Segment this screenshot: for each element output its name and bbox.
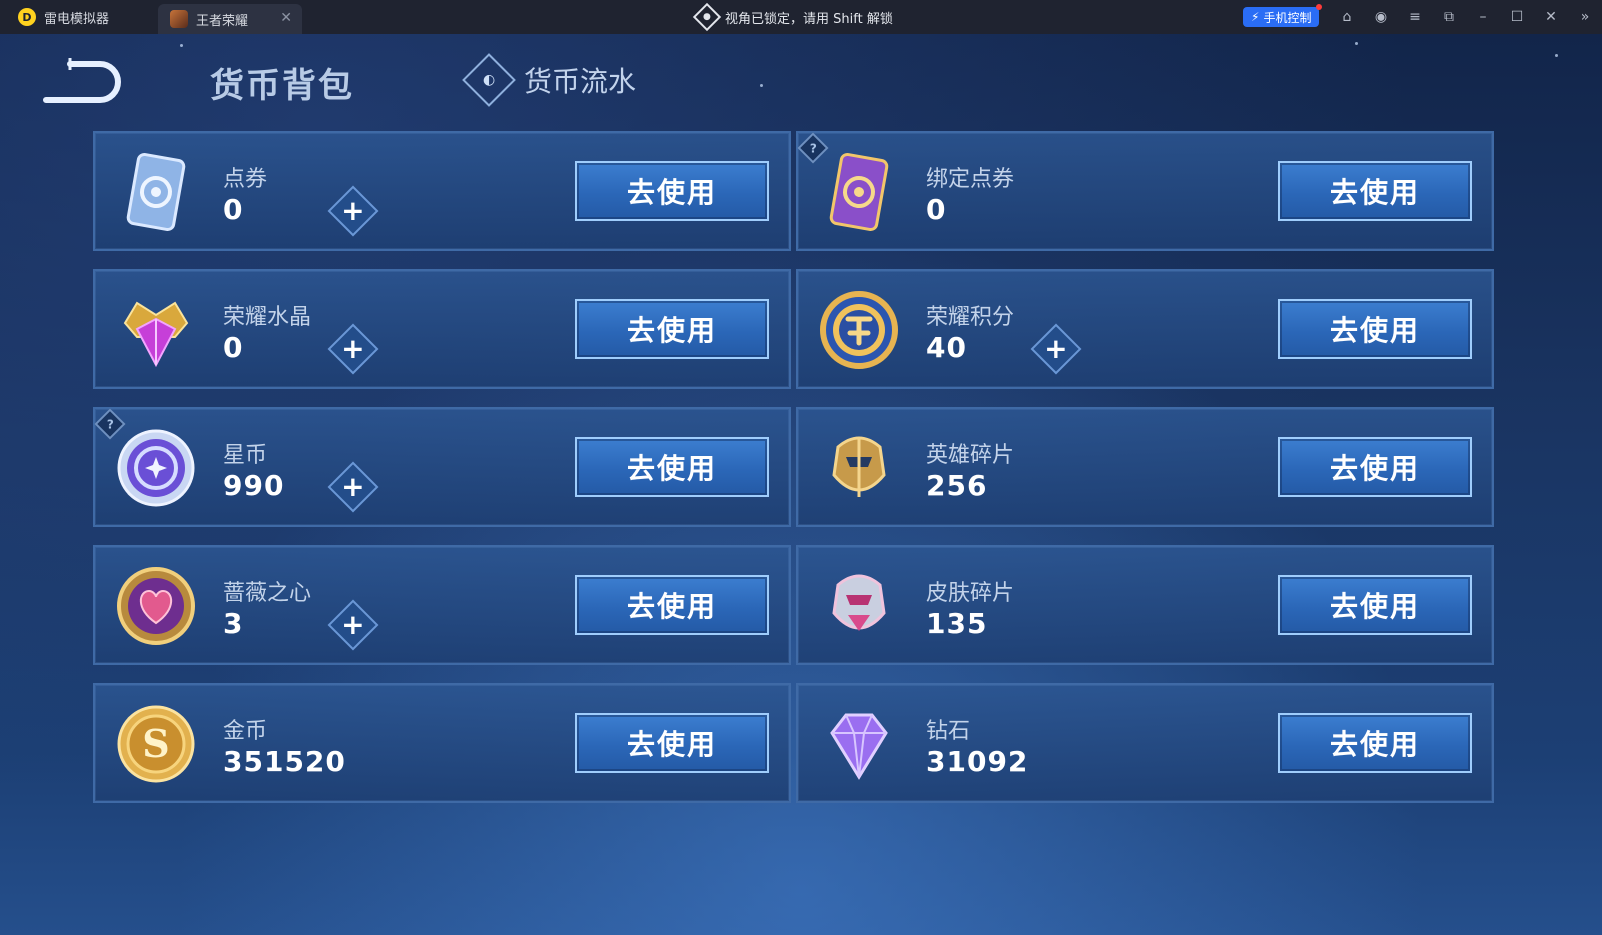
currency-amount: 0 — [223, 193, 244, 226]
tab-launcher-label: 雷电模拟器 — [44, 11, 110, 27]
use-bound-coupon-button[interactable]: 去使用 — [1278, 161, 1472, 221]
tab-launcher[interactable]: D 雷电模拟器 — [6, 0, 156, 34]
game-thumbnail-icon — [170, 10, 188, 28]
tab-currency-ledger[interactable]: ◐ 货币流水 — [462, 53, 637, 107]
currency-card-rose-heart: 蔷薇之心 3 + 去使用 — [93, 545, 791, 665]
lock-icon: ● — [692, 2, 722, 32]
currency-amount: 990 — [223, 469, 285, 502]
add-glory-points-button[interactable]: + — [1030, 323, 1082, 375]
tab-game-label: 王者荣耀 — [196, 13, 249, 29]
plus-icon: + — [1044, 332, 1068, 365]
glory-crystal-icon — [123, 301, 189, 368]
use-star-coin-button[interactable]: 去使用 — [575, 437, 769, 497]
add-glory-crystal-button[interactable]: + — [327, 323, 379, 375]
ledger-tab-label: 货币流水 — [524, 65, 637, 98]
currency-amount: 0 — [926, 193, 947, 226]
view-lock-status: ● 视角已锁定，请用 Shift 解锁 — [692, 0, 893, 34]
gift-icon[interactable]: ⌂ — [1330, 9, 1364, 25]
game-screen: 货币背包 ◐ 货币流水 点券 0 + 去使用 ? 绑定点券 0 去使用 荣耀水晶… — [0, 34, 1602, 935]
gold-coin-icon: S — [117, 705, 195, 783]
use-skin-fragment-button[interactable]: 去使用 — [1278, 575, 1472, 635]
currency-amount: 256 — [926, 469, 988, 502]
currency-amount: 3 — [223, 607, 244, 640]
star-decoration — [1355, 42, 1358, 45]
close-window-icon[interactable]: ✕ — [1534, 9, 1568, 25]
star-decoration — [760, 84, 763, 87]
currency-amount: 0 — [223, 331, 244, 364]
glory-points-icon — [820, 291, 898, 369]
use-gold-coin-button[interactable]: 去使用 — [575, 713, 769, 773]
use-glory-crystal-button[interactable]: 去使用 — [575, 299, 769, 359]
page-title: 货币背包 — [210, 66, 354, 106]
coupon-card-icon — [126, 152, 186, 232]
currency-name: 星币 — [223, 443, 268, 468]
plus-icon: + — [341, 194, 365, 227]
use-hero-fragment-button[interactable]: 去使用 — [1278, 437, 1472, 497]
plus-icon: + — [341, 332, 365, 365]
currency-name: 皮肤碎片 — [926, 581, 1015, 606]
ldplayer-logo-icon: D — [18, 8, 36, 26]
phone-control-button[interactable]: ⚡ 手机控制 — [1243, 4, 1323, 27]
use-rose-heart-button[interactable]: 去使用 — [575, 575, 769, 635]
close-tab-icon[interactable]: ✕ — [280, 10, 292, 26]
currency-card-hero-fragment: 英雄碎片 256 去使用 — [796, 407, 1494, 527]
svg-text:S: S — [142, 721, 169, 766]
currency-name: 荣耀积分 — [926, 305, 1015, 330]
currency-amount: 351520 — [223, 745, 346, 778]
currency-card-glory-points: 荣耀积分 40 + 去使用 — [796, 269, 1494, 389]
skin-fragment-icon — [832, 574, 886, 631]
use-diamond-button[interactable]: 去使用 — [1278, 713, 1472, 773]
account-icon[interactable]: ◉ — [1364, 9, 1398, 25]
star-decoration — [1555, 54, 1558, 57]
minimize-icon[interactable]: – — [1466, 9, 1500, 25]
currency-card-coupon: 点券 0 + 去使用 — [93, 131, 791, 251]
currency-name: 英雄碎片 — [926, 443, 1015, 468]
tab-game[interactable]: 王者荣耀 ✕ — [158, 4, 302, 34]
currency-grid: 点券 0 + 去使用 ? 绑定点券 0 去使用 荣耀水晶 0 + 去使用 荣耀积… — [93, 131, 1508, 811]
menu-icon[interactable]: ≡ — [1398, 9, 1432, 25]
currency-amount: 40 — [926, 331, 967, 364]
plus-icon: + — [341, 608, 365, 641]
currency-name: 点券 — [223, 167, 268, 192]
use-glory-points-button[interactable]: 去使用 — [1278, 299, 1472, 359]
diamond-icon — [830, 713, 888, 780]
currency-amount: 135 — [926, 607, 988, 640]
hero-fragment-icon — [832, 436, 886, 497]
back-arrow-icon[interactable] — [40, 56, 124, 106]
add-star-coin-button[interactable]: + — [327, 461, 379, 513]
maximize-icon[interactable]: ☐ — [1500, 9, 1534, 25]
currency-card-diamond: 钻石 31092 去使用 — [796, 683, 1494, 803]
star-decoration — [180, 44, 183, 47]
currency-name: 蔷薇之心 — [223, 581, 312, 606]
lightning-icon: ⚡ — [1251, 10, 1260, 24]
phone-control-label: 手机控制 — [1263, 10, 1312, 25]
window-controls: ⌂ ◉ ≡ ⧉ – ☐ ✕ » — [1330, 0, 1602, 34]
notification-dot — [1316, 4, 1323, 10]
currency-name: 绑定点券 — [926, 167, 1015, 192]
currency-card-bound-coupon: ? 绑定点券 0 去使用 — [796, 131, 1494, 251]
plus-icon: + — [341, 470, 365, 503]
expand-sidebar-icon[interactable]: » — [1568, 9, 1602, 25]
currency-name: 荣耀水晶 — [223, 305, 312, 330]
bound-coupon-card-icon — [829, 152, 889, 232]
add-coupon-button[interactable]: + — [327, 185, 379, 237]
currency-amount: 31092 — [926, 745, 1029, 778]
currency-card-star-coin: ? 星币 990 + 去使用 — [93, 407, 791, 527]
currency-card-gold-coin: S 金币 351520 去使用 — [93, 683, 791, 803]
use-coupon-button[interactable]: 去使用 — [575, 161, 769, 221]
popout-icon[interactable]: ⧉ — [1432, 9, 1466, 25]
currency-card-glory-crystal: 荣耀水晶 0 + 去使用 — [93, 269, 791, 389]
add-rose-heart-button[interactable]: + — [327, 599, 379, 651]
ledger-icon: ◐ — [462, 53, 516, 107]
emulator-titlebar: D 雷电模拟器 王者荣耀 ✕ ● 视角已锁定，请用 Shift 解锁 ⚡ 手机控… — [0, 0, 1602, 34]
rose-heart-icon — [117, 567, 195, 645]
currency-name: 金币 — [223, 719, 268, 744]
currency-card-skin-fragment: 皮肤碎片 135 去使用 — [796, 545, 1494, 665]
lock-status-text: 视角已锁定，请用 Shift 解锁 — [725, 11, 893, 27]
currency-name: 钻石 — [926, 719, 971, 744]
star-coin-icon — [117, 429, 195, 507]
